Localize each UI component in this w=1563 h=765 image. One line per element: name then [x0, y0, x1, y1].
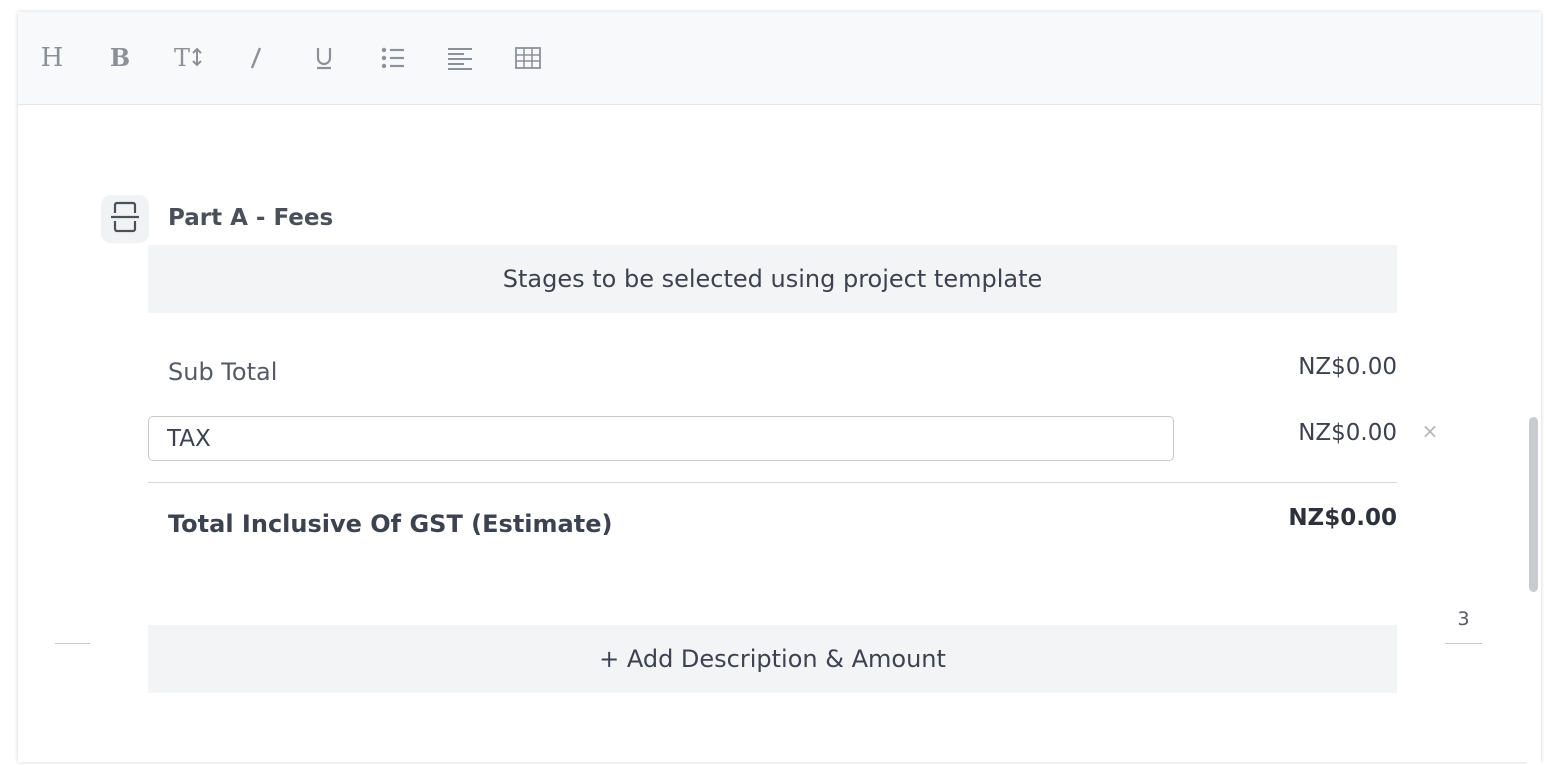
- bold-button[interactable]: B: [104, 42, 136, 74]
- table-icon: [514, 44, 542, 72]
- heading-icon: H: [38, 44, 66, 72]
- total-label: Total Inclusive Of GST (Estimate): [168, 510, 613, 538]
- scrollbar-thumb[interactable]: [1529, 417, 1538, 592]
- page-number-underline: [1445, 643, 1482, 644]
- editor-content: Part A - Fees Stages to be selected usin…: [18, 105, 1526, 765]
- tax-name-input[interactable]: [148, 416, 1174, 461]
- subtotal-label: Sub Total: [168, 358, 278, 386]
- subtotal-amount: NZ$0.00: [1298, 354, 1397, 380]
- bullet-list-icon: [378, 44, 406, 72]
- add-description-label: + Add Description & Amount: [599, 645, 946, 673]
- total-divider: [148, 482, 1397, 483]
- svg-text:H: H: [41, 44, 64, 72]
- bullet-list-button[interactable]: [376, 42, 408, 74]
- stages-placeholder: Stages to be selected using project temp…: [148, 245, 1397, 313]
- section-title: Part A - Fees: [168, 205, 334, 231]
- formatting-toolbar: H B T: [18, 12, 1541, 105]
- svg-text:T: T: [174, 44, 190, 72]
- align-left-button[interactable]: [444, 42, 476, 74]
- close-icon: ×: [1421, 419, 1439, 443]
- document-editor: H B T Part A - Fees Stages to be selecte…: [18, 12, 1541, 765]
- remove-tax-button[interactable]: ×: [1420, 416, 1440, 446]
- heading-button[interactable]: H: [36, 42, 68, 74]
- text-size-button[interactable]: T: [172, 42, 204, 74]
- stages-message: Stages to be selected using project temp…: [502, 265, 1043, 293]
- add-description-amount-button[interactable]: + Add Description & Amount: [148, 625, 1397, 693]
- underline-button[interactable]: [308, 42, 340, 74]
- underline-icon: [310, 44, 338, 72]
- table-button[interactable]: [512, 42, 544, 74]
- align-left-icon: [446, 44, 474, 72]
- svg-text:B: B: [110, 44, 130, 72]
- total-amount: NZ$0.00: [1288, 505, 1397, 531]
- bold-icon: B: [106, 44, 134, 72]
- section-handle[interactable]: [101, 195, 149, 243]
- page-break-icon: [110, 200, 140, 238]
- left-margin-dash: [55, 643, 90, 644]
- text-size-icon: T: [172, 44, 204, 72]
- italic-button[interactable]: [240, 42, 272, 74]
- tax-amount: NZ$0.00: [1298, 420, 1397, 446]
- page-number: 3: [1457, 608, 1470, 630]
- italic-icon: [242, 44, 270, 72]
